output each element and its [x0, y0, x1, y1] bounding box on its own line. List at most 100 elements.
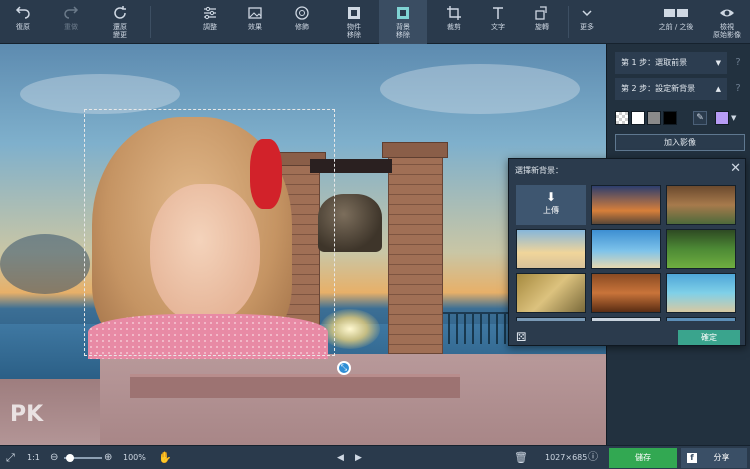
thumbnail-sea-shore[interactable]: [666, 273, 736, 313]
facebook-icon: f: [687, 453, 697, 463]
before-after-label: 之前 / 之後: [658, 23, 694, 31]
redo-button[interactable]: 重做: [54, 0, 88, 44]
zoom-out-icon[interactable]: ⊖: [50, 446, 58, 469]
custom-color-swatch[interactable]: [715, 111, 729, 125]
transparent-swatch[interactable]: [615, 111, 629, 125]
thumbnail-beach-sunset[interactable]: [516, 229, 586, 269]
image-effects-icon: [248, 7, 262, 19]
undo-icon: [15, 6, 30, 19]
before-after-button[interactable]: 之前 / 之後: [650, 0, 702, 44]
background-removal-button[interactable]: 背景 移除: [379, 0, 427, 44]
retouch-label: 修飾: [295, 23, 309, 31]
color-dropdown-icon[interactable]: ▼: [731, 111, 736, 125]
toolbar-divider: [568, 6, 569, 38]
step2-help-button[interactable]: ?: [731, 78, 745, 100]
step2-dropdown[interactable]: 第 2 步：設定新背景 ▲: [615, 78, 727, 100]
rotate-label: 旋轉: [535, 23, 549, 31]
undo-button[interactable]: 復原: [6, 0, 40, 44]
share-button[interactable]: f 分享: [681, 448, 747, 468]
cloud: [20, 74, 180, 114]
random-dice-icon[interactable]: ⚄: [516, 331, 530, 344]
white-swatch[interactable]: [631, 111, 645, 125]
eye-icon: [720, 9, 734, 17]
black-swatch[interactable]: [663, 111, 677, 125]
eyedropper-icon[interactable]: ✎: [693, 111, 707, 125]
confirm-button[interactable]: 確定: [678, 330, 740, 345]
effects-label: 效果: [248, 23, 262, 31]
watermark-logo: PK: [10, 402, 44, 427]
text-icon: [493, 7, 503, 19]
trash-icon[interactable]: 🗑: [514, 446, 528, 469]
object-removal-label: 物件 移除: [347, 23, 361, 39]
step1-dropdown[interactable]: 第 1 步：選取前景 ▼: [615, 52, 727, 74]
save-button[interactable]: 儲存: [609, 448, 677, 468]
fit-to-screen-icon[interactable]: ⤢: [6, 446, 15, 469]
undo-label: 復原: [16, 23, 30, 31]
hand-pan-icon[interactable]: ✋: [158, 446, 172, 469]
zoom-in-icon[interactable]: ⊕: [104, 446, 112, 469]
right-pillar: [388, 154, 443, 354]
redo-label: 重做: [64, 23, 78, 31]
zoom-percent: 100%: [123, 453, 146, 462]
popup-title: 選擇新背景：: [515, 166, 563, 175]
close-icon[interactable]: ✕: [730, 161, 741, 176]
pier: [100, 354, 606, 445]
crop-button[interactable]: 裁剪: [437, 0, 471, 44]
upload-label: 上傳: [543, 206, 559, 215]
triangle-down-icon: ▼: [715, 59, 721, 67]
more-label: 更多: [580, 23, 594, 31]
adjust-label: 調整: [203, 23, 217, 31]
background-removal-icon: [397, 7, 409, 19]
restore-label: 還原 變更: [113, 23, 127, 39]
effects-button[interactable]: 效果: [238, 0, 272, 44]
foreground-selection-box[interactable]: [84, 109, 335, 356]
crop-icon: [447, 6, 461, 20]
background-removal-label: 背景 移除: [396, 23, 410, 39]
top-toolbar: 復原 重做 還原 變更 調整 效果 修飾 物件 移除 背景 移除 裁剪 文字 旋…: [0, 0, 750, 44]
thumbnail-old-street[interactable]: [666, 185, 736, 225]
step1-help-button[interactable]: ?: [731, 52, 745, 74]
object-removal-button[interactable]: 物件 移除: [337, 0, 371, 44]
arrow-down-icon: ⬇: [545, 190, 557, 204]
zoom-ratio-button[interactable]: 1:1: [27, 446, 40, 469]
cloud: [0, 234, 90, 294]
chevron-down-icon: [582, 10, 592, 17]
info-icon[interactable]: ⓘ: [588, 446, 598, 469]
previous-image-icon[interactable]: ◀: [337, 446, 344, 469]
right-pillar-cap: [382, 142, 448, 158]
thumbnail-forest-path[interactable]: [666, 229, 736, 269]
background-picker-popup: 選擇新背景： ✕ ⬇ 上傳 ⚄ 確定: [508, 158, 746, 346]
object-removal-icon: [348, 7, 360, 19]
redo-icon: [64, 6, 79, 19]
zoom-slider-knob[interactable]: [66, 454, 74, 462]
rotate-icon: [535, 6, 547, 20]
triangle-up-icon: ▲: [715, 85, 721, 93]
view-original-button[interactable]: 檢視 原始影像: [707, 0, 747, 44]
bottom-bar: ⤢ 1:1 ⊖ ⊕ 100% ✋ ◀ ▶ 🗑 1027×685 ⓘ 儲存 f 分…: [0, 445, 750, 469]
gray-swatch[interactable]: [647, 111, 661, 125]
before-after-icon: [664, 9, 688, 17]
adjust-button[interactable]: 調整: [193, 0, 227, 44]
thumbnail-autumn-forest[interactable]: [591, 273, 661, 313]
next-image-icon[interactable]: ▶: [355, 446, 362, 469]
resize-handle[interactable]: ⤡: [337, 361, 351, 375]
thumbnail-tropical-beach[interactable]: [591, 229, 661, 269]
step1-label: 第 1 步：選取前景: [621, 58, 688, 67]
more-button[interactable]: 更多: [571, 0, 603, 44]
retouch-button[interactable]: 修飾: [285, 0, 319, 44]
step2-label: 第 2 步：設定新背景: [621, 84, 696, 93]
thumbnail-autumn-road[interactable]: [516, 273, 586, 313]
retouch-icon: [295, 6, 309, 20]
sliders-icon: [204, 6, 216, 20]
text-button[interactable]: 文字: [481, 0, 515, 44]
add-image-button[interactable]: 加入影像: [615, 134, 745, 151]
toolbar-divider: [150, 6, 151, 38]
upload-button[interactable]: ⬇ 上傳: [516, 185, 586, 225]
cloud: [380, 64, 580, 114]
refresh-icon: [114, 6, 126, 19]
thumbnail-eiffel-tower[interactable]: [591, 185, 661, 225]
view-original-label: 檢視 原始影像: [713, 23, 741, 39]
text-label: 文字: [491, 23, 505, 31]
rotate-button[interactable]: 旋轉: [525, 0, 559, 44]
restore-changes-button[interactable]: 還原 變更: [103, 0, 137, 44]
